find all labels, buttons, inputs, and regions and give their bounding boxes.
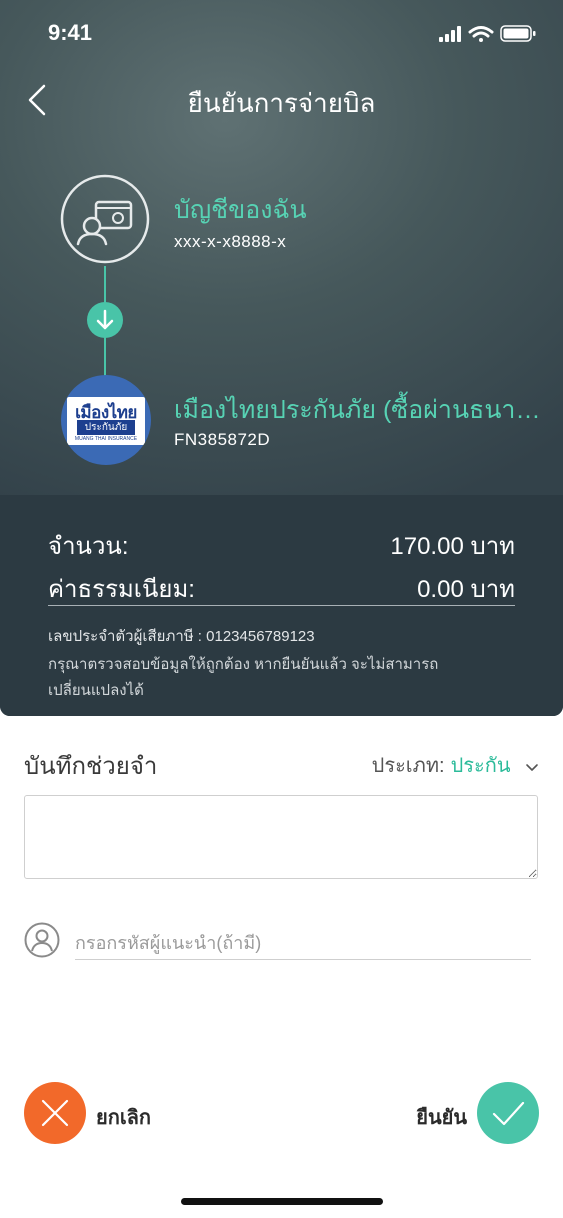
biller-logo-line2: ประกันภัย (77, 420, 135, 435)
check-icon (492, 1101, 525, 1126)
fee-value: 0.00 บาท (417, 576, 515, 603)
account-card-icon (60, 174, 150, 264)
signal-icon (439, 26, 461, 42)
memo-input[interactable] (24, 795, 538, 879)
from-account-name: บัญชีของฉัน (174, 196, 307, 224)
biller-reference: FN385872D (174, 430, 271, 449)
wifi-icon (468, 26, 494, 42)
amount-value: 170.00 บาท (390, 533, 515, 560)
memo-type-value: ประกัน (450, 755, 511, 777)
confirmation-panel: 9:41 ยืนยันการจ่ายบิล เมืองไทย ประกันภัย… (0, 0, 563, 716)
battery-icon (500, 25, 536, 42)
from-account-number: xxx-x-x8888-x (174, 232, 287, 251)
summary-divider (48, 605, 515, 606)
status-time: 9:41 (48, 20, 93, 45)
memo-title: บันทึกช่วยจำ (24, 753, 158, 780)
biller-name: เมืองไทยประกันภัย (ซื้อผ่านธนาคาร) (174, 396, 544, 424)
arrow-down-icon (87, 302, 123, 338)
memo-type-label: ประเภท: (371, 755, 445, 777)
cancel-label[interactable]: ยกเลิก (96, 1101, 151, 1133)
system-status-icons (439, 25, 536, 42)
home-indicator (181, 1198, 383, 1205)
cancel-button[interactable] (24, 1082, 86, 1144)
biller-logo-line3: MUANG THAI INSURANCE (74, 436, 138, 442)
status-bar: 9:41 (0, 0, 563, 70)
close-icon (41, 1099, 69, 1127)
chevron-down-icon (526, 763, 538, 771)
confirm-notice: กรุณาตรวจสอบข้อมูลให้ถูกต้อง หากยืนยันแล… (48, 656, 439, 699)
amount-label: จำนวน: (48, 533, 129, 560)
biller-logo: เมืองไทย ประกันภัย MUANG THAI INSURANCE (61, 375, 151, 465)
confirm-button[interactable] (477, 1082, 539, 1144)
fee-label: ค่าธรรมเนียม: (48, 576, 195, 603)
page-title: ยืนยันการจ่ายบิล (187, 88, 376, 118)
memo-type-dropdown[interactable]: ประเภท: ประกัน (372, 749, 539, 777)
biller-logo-badge: เมืองไทย ประกันภัย MUANG THAI INSURANCE (67, 397, 145, 445)
user-icon (24, 922, 60, 958)
referral-code-input[interactable] (75, 928, 531, 960)
confirm-label[interactable]: ยืนยัน (416, 1101, 467, 1133)
tax-id: เลขประจำตัวผู้เสียภาษี : 0123456789123 (48, 628, 315, 645)
